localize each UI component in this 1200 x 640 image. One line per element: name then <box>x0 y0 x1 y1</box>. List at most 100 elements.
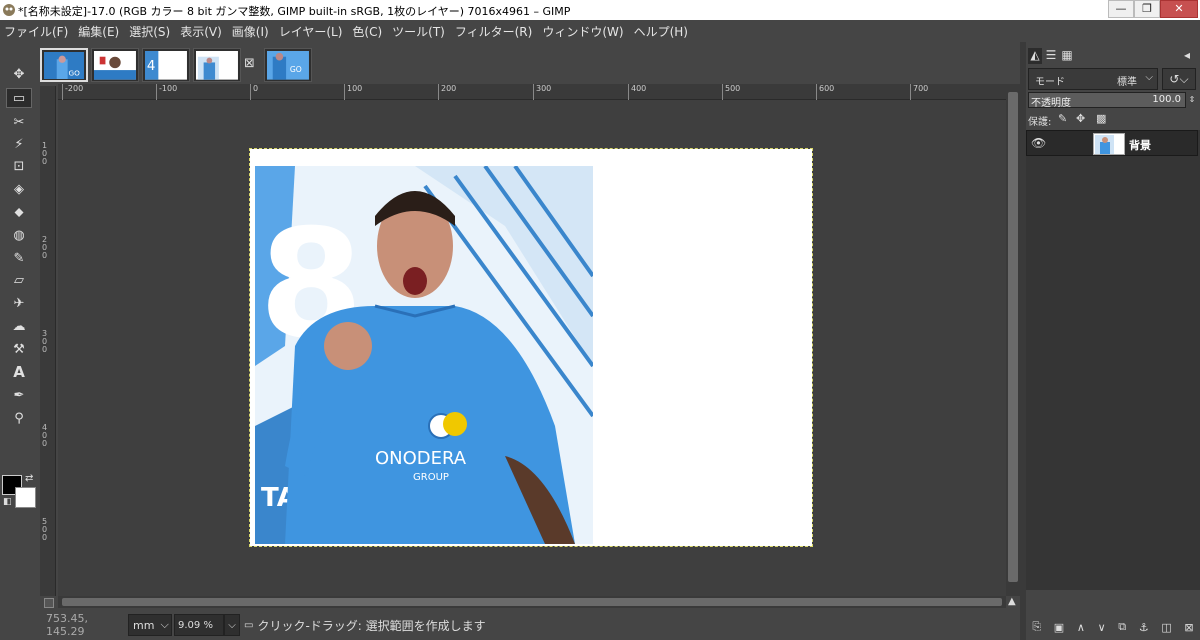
chevron-down-icon: ⌵ <box>1145 72 1153 83</box>
maximize-button[interactable]: ❐ <box>1134 0 1160 18</box>
zoom-field[interactable]: 9.09 % <box>174 614 224 636</box>
zoom-dropdown-button[interactable]: ⌵ <box>224 614 240 636</box>
image-tab-3[interactable]: 4 <box>142 48 190 82</box>
status-bar: 753.45, 145.29 mm ⌵ 9.09 % ⌵ ▭ クリック-ドラッグ:… <box>40 612 1020 638</box>
background-color-swatch[interactable] <box>15 487 36 508</box>
image-tab-thumbnail: 4 <box>145 51 187 80</box>
opacity-slider[interactable]: 不透明度 100.0 <box>1028 92 1186 109</box>
warp-transform-tool-icon[interactable]: ⬥ <box>6 202 32 222</box>
image-tab-1[interactable]: GO <box>40 48 88 82</box>
ruler-label: 300 <box>42 329 48 354</box>
window-titlebar: *[名称未設定]-17.0 (RGB カラー 8 bit ガンマ整数, GIMP… <box>0 0 1200 20</box>
svg-text:GO: GO <box>69 69 81 78</box>
raise-layer-icon[interactable]: ∧ <box>1077 621 1085 634</box>
layer-name: 背景 <box>1129 139 1151 152</box>
opacity-value: 100.0 <box>1152 94 1181 105</box>
menu-windows[interactable]: ウィンドウ(W) <box>542 23 623 40</box>
configure-panel-icon[interactable]: ◂ <box>1180 48 1194 64</box>
fuzzy-select-tool-icon[interactable]: ⚡ <box>6 134 32 154</box>
move-tool-icon[interactable]: ✥ <box>6 64 32 84</box>
horizontal-ruler: -200 -100 0 100 200 300 400 500 600 700 <box>58 84 1006 100</box>
menu-file[interactable]: ファイル(F) <box>4 23 68 40</box>
crop-tool-icon[interactable]: ⊡ <box>6 156 32 176</box>
text-tool-icon[interactable]: A <box>6 362 32 382</box>
image-tab-thumbnail: GO <box>44 52 84 80</box>
minimize-button[interactable]: — <box>1108 0 1134 18</box>
menu-select[interactable]: 選択(S) <box>129 23 170 40</box>
lock-position-icon[interactable]: ✥ <box>1076 112 1085 125</box>
menu-colors[interactable]: 色(C) <box>352 23 382 40</box>
paths-tab-icon[interactable]: ▦ <box>1060 48 1074 64</box>
unit-select[interactable]: mm ⌵ <box>128 614 172 636</box>
toolbox: ✥ ▭ ✂ ⚡ ⊡ ◈ ⬥ ◍ ✎ ▱ ✈ ☁ ⚒ A ✒ ⚲ ⇄ ◧ <box>0 42 40 640</box>
unified-transform-tool-icon[interactable]: ◈ <box>6 179 32 199</box>
menu-filters[interactable]: フィルター(R) <box>455 23 532 40</box>
image-tab-4[interactable] <box>193 48 241 82</box>
menu-view[interactable]: 表示(V) <box>180 23 222 40</box>
ruler-label: 200 <box>438 84 456 100</box>
unit-value: mm <box>133 618 155 632</box>
eraser-tool-icon[interactable]: ▱ <box>6 270 32 290</box>
ruler-label: 100 <box>42 141 48 166</box>
menu-layer[interactable]: レイヤー(L) <box>279 23 343 40</box>
layer-row[interactable]: 👁 背景 <box>1026 130 1198 156</box>
menu-bar: ファイル(F) 編集(E) 選択(S) 表示(V) 画像(I) レイヤー(L) … <box>0 20 1200 42</box>
new-layer-group-icon[interactable]: ▣ <box>1054 621 1064 634</box>
pasted-player-photo: 8 TA ONODERA GROUP <box>255 166 593 544</box>
close-tab-icon[interactable]: ⊠ <box>244 56 255 71</box>
image-tab-5[interactable]: GO <box>264 48 312 82</box>
duplicate-layer-icon[interactable]: ⧉ <box>1118 620 1126 634</box>
layers-tab-icon[interactable]: ◭ <box>1028 48 1042 64</box>
default-colors-icon[interactable]: ◧ <box>3 497 12 507</box>
visibility-eye-icon[interactable]: 👁 <box>1031 136 1053 150</box>
layer-thumbnail <box>1093 133 1125 155</box>
swap-colors-icon[interactable]: ⇄ <box>25 473 33 484</box>
image-canvas[interactable]: 8 TA ONODERA GROUP <box>58 100 1006 596</box>
image-tab-thumbnail: GO <box>267 51 309 80</box>
smudge-tool-icon[interactable]: ☁ <box>6 316 32 336</box>
status-message: クリック-ドラッグ: 選択範囲を作成します <box>257 618 486 633</box>
paintbrush-tool-icon[interactable]: ✎ <box>6 248 32 268</box>
horizontal-scrollbar[interactable] <box>58 596 1006 608</box>
svg-text:ONODERA: ONODERA <box>375 448 467 469</box>
menu-tools[interactable]: ツール(T) <box>392 23 445 40</box>
svg-text:GROUP: GROUP <box>413 472 449 483</box>
image-tab-thumbnail <box>196 51 238 80</box>
image-tab-2[interactable] <box>91 48 139 82</box>
scissors-select-tool-icon[interactable]: ✂ <box>6 112 32 132</box>
lock-row: 保護: ✎ ✥ ▩ <box>1028 112 1198 128</box>
close-button[interactable]: ✕ <box>1160 0 1198 18</box>
lock-pixels-icon[interactable]: ✎ <box>1058 112 1067 125</box>
vertical-scrollbar[interactable] <box>1006 84 1020 596</box>
menu-help[interactable]: ヘルプ(H) <box>634 23 688 40</box>
lock-label: 保護: <box>1028 117 1052 128</box>
layer-mask-icon[interactable]: ◫ <box>1161 621 1171 634</box>
vertical-scroll-thumb[interactable] <box>1008 92 1018 582</box>
anchor-layer-icon[interactable]: ⚓ <box>1139 621 1149 634</box>
clone-tool-icon[interactable]: ⚒ <box>6 339 32 359</box>
quick-mask-toggle[interactable] <box>44 598 54 608</box>
horizontal-scroll-thumb[interactable] <box>62 598 1002 606</box>
layers-panel: ◭ ☰ ▦ ◂ モード 標準 ⌵ ↺⌵ 不透明度 100.0 ⇕ 保護: ✎ ✥… <box>1026 42 1200 640</box>
mode-reset-button[interactable]: ↺⌵ <box>1162 68 1196 90</box>
channels-tab-icon[interactable]: ☰ <box>1044 48 1058 64</box>
gimp-app-icon <box>3 4 15 16</box>
new-layer-icon[interactable]: ⎘ <box>1032 620 1041 634</box>
layers-panel-footer: ⎘ ▣ ∧ ∨ ⧉ ⚓ ◫ ⊠ <box>1026 616 1200 638</box>
bucket-fill-tool-icon[interactable]: ◍ <box>6 225 32 245</box>
delete-layer-icon[interactable]: ⊠ <box>1184 621 1193 634</box>
menu-image[interactable]: 画像(I) <box>232 23 269 40</box>
color-picker-tool-icon[interactable]: ✒ <box>6 385 32 405</box>
ruler-label: -100 <box>156 84 177 100</box>
image-document[interactable]: 8 TA ONODERA GROUP <box>249 148 813 547</box>
zoom-tool-icon[interactable]: ⚲ <box>6 408 32 428</box>
airbrush-tool-icon[interactable]: ✈ <box>6 293 32 313</box>
layer-mode-select[interactable]: モード 標準 ⌵ <box>1028 68 1158 90</box>
menu-edit[interactable]: 編集(E) <box>78 23 119 40</box>
opacity-spin-icon[interactable]: ⇕ <box>1187 92 1197 108</box>
lower-layer-icon[interactable]: ∨ <box>1098 621 1106 634</box>
rect-select-tool-icon[interactable]: ▭ <box>6 88 32 108</box>
mode-value: 標準 <box>1117 77 1137 88</box>
ruler-label: 0 <box>250 84 258 100</box>
lock-alpha-icon[interactable]: ▩ <box>1096 112 1106 125</box>
